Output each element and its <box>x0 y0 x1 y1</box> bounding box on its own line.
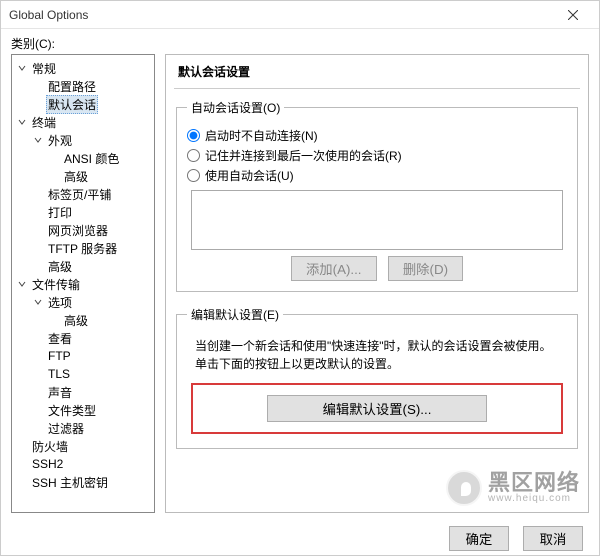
dialog-footer: 确定 取消 <box>1 521 599 555</box>
category-tree[interactable]: 常规 配置路径 默认会话 终端 <box>11 54 155 513</box>
tree-node-tls[interactable]: TLS <box>30 365 152 383</box>
tree-node-firewall[interactable]: 防火墙 <box>14 437 152 455</box>
window-title: Global Options <box>7 8 553 22</box>
tree-node-config-path[interactable]: 配置路径 <box>30 77 152 95</box>
radio-use-auto-session[interactable]: 使用自动会话(U) <box>187 167 567 184</box>
tree-node-advanced-3[interactable]: 高级 <box>46 311 152 329</box>
auto-session-legend: 自动会话设置(O) <box>187 99 284 116</box>
pane-header: 默认会话设置 <box>174 57 580 89</box>
delete-button[interactable]: 删除(D) <box>388 256 463 281</box>
tree-node-tftp[interactable]: TFTP 服务器 <box>30 239 152 257</box>
tree-node-ssh-hostkey[interactable]: SSH 主机密钥 <box>14 473 152 491</box>
ok-button[interactable]: 确定 <box>449 526 509 551</box>
radio-no-auto-connect[interactable]: 启动时不自动连接(N) <box>187 127 567 144</box>
tree-node-filter[interactable]: 过滤器 <box>30 419 152 437</box>
tree-node-tabs[interactable]: 标签页/平铺 <box>30 185 152 203</box>
close-icon <box>568 10 578 20</box>
edit-default-legend: 编辑默认设置(E) <box>187 306 283 323</box>
radio-use-auto-session-input[interactable] <box>187 169 200 182</box>
tree-node-print[interactable]: 打印 <box>30 203 152 221</box>
tree-node-advanced-1[interactable]: 高级 <box>46 167 152 185</box>
dialog-body: 类别(C): 常规 配置路径 默认会话 <box>1 29 599 521</box>
watermark: 黑区网络 www.heiqu.com <box>446 470 580 506</box>
tree-node-ssh2[interactable]: SSH2 <box>14 455 152 473</box>
chevron-down-icon <box>16 116 28 128</box>
chevron-down-icon <box>32 296 44 308</box>
chevron-down-icon <box>16 278 28 290</box>
add-button[interactable]: 添加(A)... <box>291 256 377 281</box>
tree-node-file-type[interactable]: 文件类型 <box>30 401 152 419</box>
radio-remember-last-input[interactable] <box>187 149 200 162</box>
tree-node-general[interactable]: 常规 <box>14 59 152 77</box>
close-button[interactable] <box>553 1 593 28</box>
radio-remember-last[interactable]: 记住并连接到最后一次使用的会话(R) <box>187 147 567 164</box>
tree-node-advanced-2[interactable]: 高级 <box>30 257 152 275</box>
edit-hint: 当创建一个新会话和使用"快速连接"时，默认的会话设置会被使用。 单击下面的按钮上… <box>195 337 559 373</box>
edit-button-highlight: 编辑默认设置(S)... <box>191 383 563 434</box>
tree-node-ansi[interactable]: ANSI 颜色 <box>46 149 152 167</box>
auto-session-list[interactable] <box>191 190 563 250</box>
radio-no-auto-connect-input[interactable] <box>187 129 200 142</box>
edit-default-settings-button[interactable]: 编辑默认设置(S)... <box>267 395 487 422</box>
tree-node-file-transfer[interactable]: 文件传输 <box>14 275 152 293</box>
tree-node-sound[interactable]: 声音 <box>30 383 152 401</box>
cancel-button[interactable]: 取消 <box>523 526 583 551</box>
tree-node-browser[interactable]: 网页浏览器 <box>30 221 152 239</box>
tree-node-appearance[interactable]: 外观 <box>30 131 152 149</box>
chevron-down-icon <box>32 134 44 146</box>
tree-node-terminal[interactable]: 终端 <box>14 113 152 131</box>
auto-session-group: 自动会话设置(O) 启动时不自动连接(N) 记住并连接到最后一次使用的会话(R)… <box>176 99 578 292</box>
settings-pane: 默认会话设置 自动会话设置(O) 启动时不自动连接(N) 记住并连接到最后一次使… <box>165 54 589 513</box>
chevron-down-icon <box>16 62 28 74</box>
global-options-window: Global Options 类别(C): 常规 配置路径 默认会话 <box>0 0 600 556</box>
watermark-main: 黑区网络 <box>488 472 580 494</box>
tree-node-view[interactable]: 查看 <box>30 329 152 347</box>
tree-node-options[interactable]: 选项 <box>30 293 152 311</box>
watermark-sub: www.heiqu.com <box>488 494 580 504</box>
watermark-icon <box>446 470 482 506</box>
tree-node-default-session[interactable]: 默认会话 <box>30 95 152 113</box>
tree-node-ftp[interactable]: FTP <box>30 347 152 365</box>
titlebar: Global Options <box>1 1 599 29</box>
edit-default-group: 编辑默认设置(E) 当创建一个新会话和使用"快速连接"时，默认的会话设置会被使用… <box>176 306 578 449</box>
category-label: 类别(C): <box>11 35 589 52</box>
